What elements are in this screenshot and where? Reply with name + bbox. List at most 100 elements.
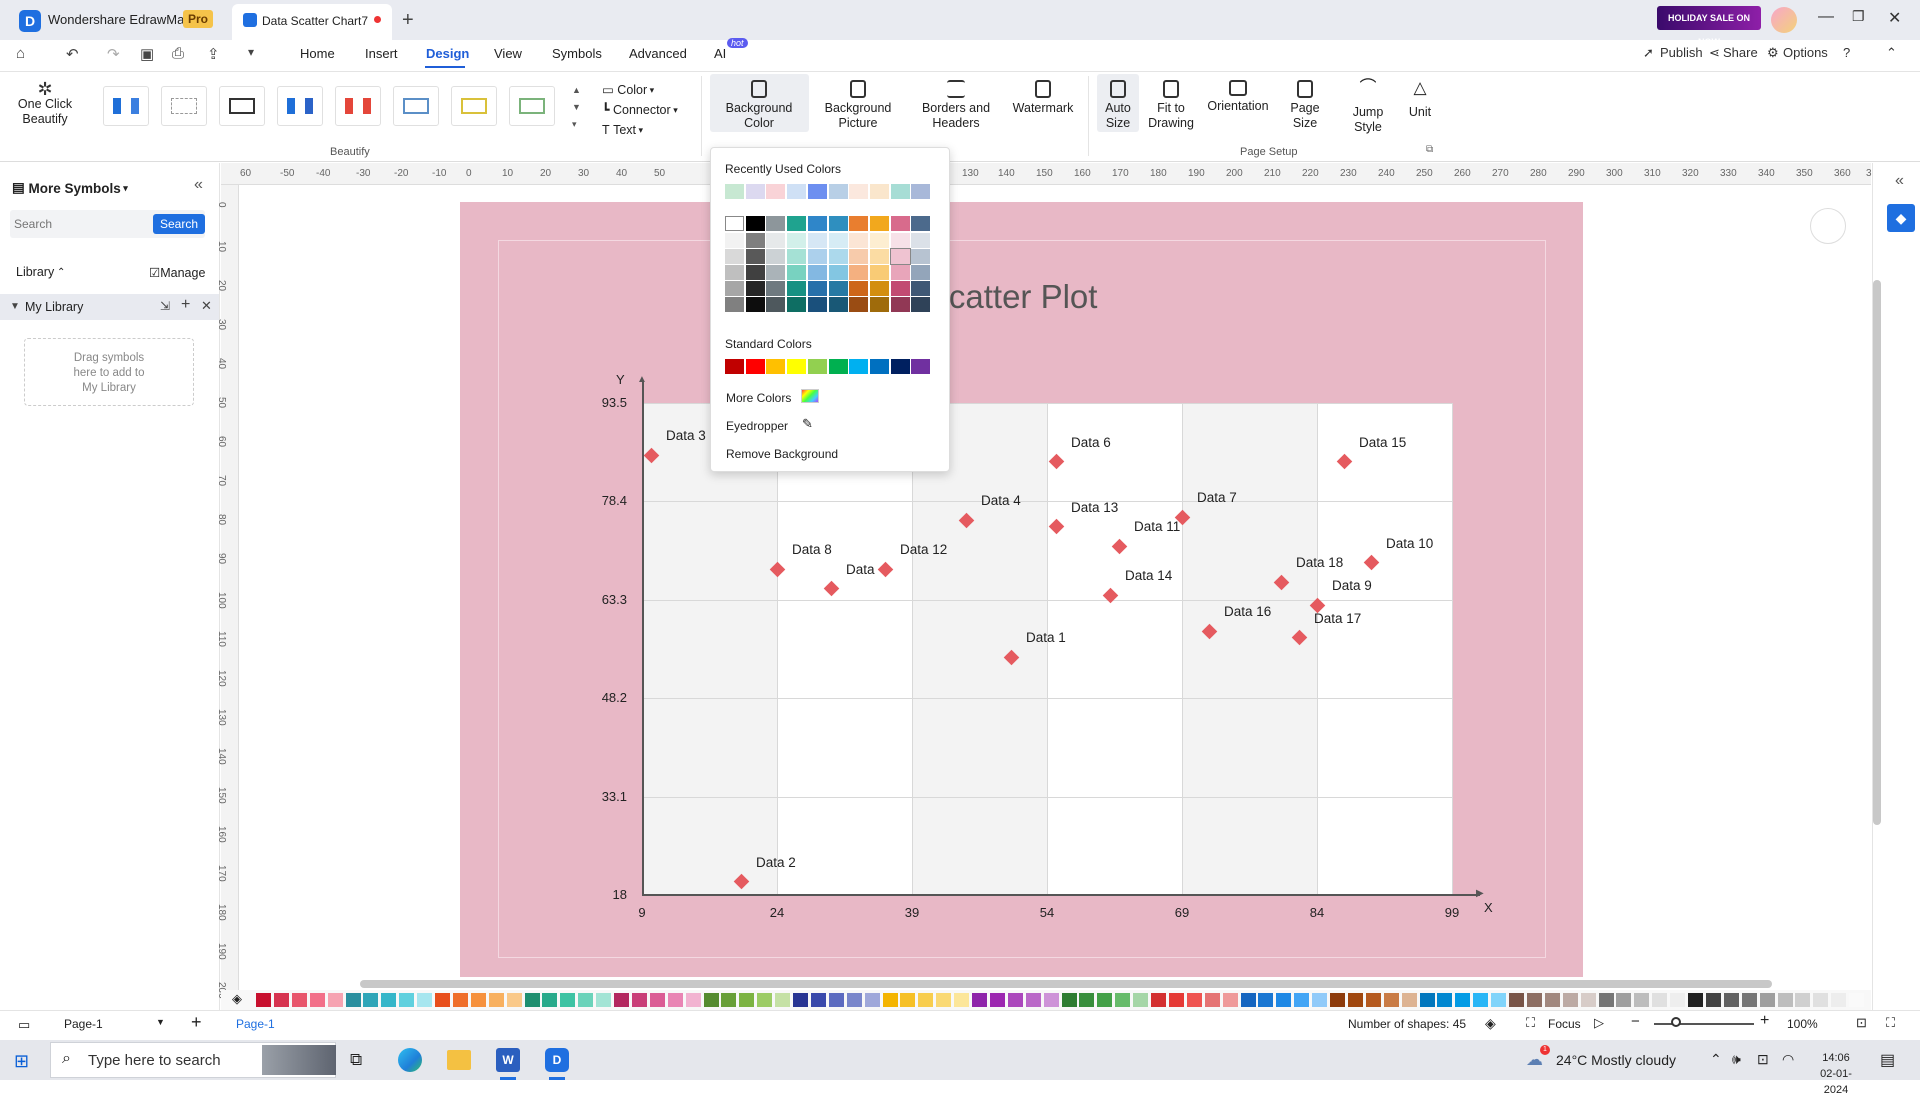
style-thumbnail[interactable] bbox=[335, 86, 381, 126]
theme-shade-swatch[interactable] bbox=[725, 233, 744, 248]
edrawmax-taskbar-icon[interactable]: D bbox=[545, 1048, 569, 1072]
palette-swatch[interactable] bbox=[399, 993, 415, 1007]
menu-advanced[interactable]: Advanced bbox=[629, 46, 687, 61]
theme-shade-swatch[interactable] bbox=[766, 249, 786, 264]
menu-view[interactable]: View bbox=[494, 46, 522, 61]
data-point-label[interactable]: Data 15 bbox=[1359, 435, 1406, 450]
standard-color-swatch[interactable] bbox=[890, 359, 910, 374]
palette-swatch[interactable] bbox=[1544, 993, 1560, 1007]
export-icon[interactable]: ⇪ bbox=[207, 45, 220, 63]
palette-swatch[interactable] bbox=[1007, 993, 1023, 1007]
floating-assistant-button[interactable] bbox=[1810, 208, 1846, 244]
palette-swatch[interactable] bbox=[1365, 993, 1381, 1007]
close-icon[interactable]: ✕ bbox=[1888, 8, 1901, 28]
palette-swatch[interactable] bbox=[1312, 993, 1328, 1007]
one-click-beautify-button[interactable]: ✲ One Click Beautify bbox=[14, 80, 76, 127]
palette-swatch[interactable] bbox=[1276, 993, 1292, 1007]
recent-color-swatch[interactable] bbox=[787, 184, 807, 199]
palette-swatch[interactable] bbox=[739, 993, 755, 1007]
play-icon[interactable]: ▷ bbox=[1594, 1015, 1604, 1031]
palette-swatch[interactable] bbox=[1616, 993, 1632, 1007]
theme-shade-swatch[interactable] bbox=[745, 297, 765, 312]
volume-icon[interactable]: 🕪 bbox=[1732, 1051, 1741, 1068]
palette-swatch[interactable] bbox=[1759, 993, 1775, 1007]
palette-swatch[interactable] bbox=[560, 993, 576, 1007]
watermark-button[interactable]: Watermark bbox=[1008, 80, 1078, 116]
promo-banner[interactable]: HOLIDAY SALE ON NOW bbox=[1657, 6, 1761, 47]
active-page-tab[interactable]: Page-1 bbox=[236, 1017, 275, 1031]
theme-shade-swatch[interactable] bbox=[807, 233, 827, 248]
palette-swatch[interactable] bbox=[417, 993, 433, 1007]
palette-swatch[interactable] bbox=[972, 993, 987, 1007]
menu-ai[interactable]: AI bbox=[714, 46, 726, 61]
theme-shade-swatch[interactable] bbox=[828, 233, 848, 248]
theme-shade-swatch[interactable] bbox=[787, 233, 807, 248]
windows-start-icon[interactable]: ⊞ bbox=[14, 1051, 29, 1072]
palette-swatch[interactable] bbox=[1705, 993, 1721, 1007]
restore-icon[interactable]: ❐ bbox=[1852, 8, 1865, 25]
palette-swatch[interactable] bbox=[381, 993, 397, 1007]
theme-shade-swatch[interactable] bbox=[745, 249, 765, 264]
theme-shade-swatch[interactable] bbox=[890, 233, 910, 248]
palette-swatch[interactable] bbox=[363, 993, 379, 1007]
zoom-slider-handle[interactable] bbox=[1671, 1017, 1681, 1027]
add-page-icon[interactable]: + bbox=[191, 1012, 202, 1033]
edge-icon[interactable] bbox=[398, 1048, 422, 1072]
palette-swatch[interactable] bbox=[1401, 993, 1417, 1007]
palette-swatch[interactable] bbox=[631, 993, 647, 1007]
library-toggle[interactable]: Library ⌃ bbox=[16, 265, 65, 279]
fill-bucket-icon[interactable]: ◈ bbox=[232, 991, 242, 1007]
theme-shade-swatch[interactable] bbox=[911, 233, 931, 248]
standard-color-swatch[interactable] bbox=[766, 359, 786, 374]
network-icon[interactable]: ◠ bbox=[1782, 1051, 1794, 1068]
palette-swatch[interactable] bbox=[1222, 993, 1238, 1007]
palette-swatch[interactable] bbox=[1813, 993, 1829, 1007]
palette-swatch[interactable] bbox=[685, 993, 701, 1007]
style-thumbnail[interactable] bbox=[509, 86, 555, 126]
palette-swatch[interactable] bbox=[524, 993, 540, 1007]
theme-shade-swatch[interactable] bbox=[890, 281, 910, 296]
palette-swatch[interactable] bbox=[1777, 993, 1793, 1007]
palette-swatch[interactable] bbox=[900, 993, 916, 1007]
minimize-icon[interactable]: — bbox=[1818, 8, 1834, 26]
borders-headers-button[interactable]: Borders and Headers bbox=[916, 80, 996, 131]
data-point-label[interactable]: Data 3 bbox=[666, 428, 706, 443]
undo-icon[interactable]: ↶ bbox=[66, 45, 79, 63]
standard-color-swatch[interactable] bbox=[828, 359, 848, 374]
palette-swatch[interactable] bbox=[470, 993, 486, 1007]
theme-shade-swatch[interactable] bbox=[807, 297, 827, 312]
data-point-label[interactable]: Data 4 bbox=[981, 493, 1021, 508]
weather-text[interactable]: 24°C Mostly cloudy bbox=[1556, 1052, 1676, 1068]
theme-shade-swatch[interactable] bbox=[766, 265, 786, 280]
expand-arrow-icon[interactable]: ▼ bbox=[10, 301, 20, 312]
data-point-label[interactable]: Data 16 bbox=[1224, 604, 1271, 619]
style-thumbnail[interactable] bbox=[277, 86, 323, 126]
palette-swatch[interactable] bbox=[1133, 993, 1149, 1007]
theme-shade-swatch[interactable] bbox=[787, 265, 807, 280]
data-point-label[interactable]: Data 11 bbox=[1134, 519, 1180, 534]
text-dropdown[interactable]: T Text ▾ bbox=[602, 120, 678, 140]
home-icon[interactable]: ⌂ bbox=[16, 45, 25, 62]
orientation-button[interactable]: Orientation bbox=[1203, 80, 1273, 114]
palette-swatch[interactable] bbox=[1240, 993, 1256, 1007]
theme-shade-swatch[interactable] bbox=[869, 265, 889, 280]
data-point-label[interactable]: Data 7 bbox=[1197, 490, 1237, 505]
theme-shade-swatch[interactable] bbox=[849, 265, 869, 280]
data-point-label[interactable]: Data 2 bbox=[756, 855, 796, 870]
theme-shade-swatch[interactable] bbox=[766, 297, 786, 312]
library-drop-zone[interactable]: Drag symbols here to add to My Library bbox=[24, 338, 194, 406]
avatar[interactable] bbox=[1771, 7, 1797, 33]
palette-swatch[interactable] bbox=[936, 993, 952, 1007]
recent-color-swatch[interactable] bbox=[725, 184, 744, 199]
task-view-icon[interactable]: ⧉ bbox=[350, 1050, 362, 1070]
palette-swatch[interactable] bbox=[810, 993, 826, 1007]
theme-shade-swatch[interactable] bbox=[766, 233, 786, 248]
theme-shade-swatch[interactable] bbox=[911, 297, 931, 312]
background-color-button[interactable]: Background Color bbox=[712, 80, 806, 131]
theme-shade-swatch[interactable] bbox=[725, 281, 744, 296]
data-point-label[interactable]: Data 17 bbox=[1314, 611, 1361, 626]
palette-swatch[interactable] bbox=[1204, 993, 1220, 1007]
palette-swatch[interactable] bbox=[1294, 993, 1310, 1007]
palette-swatch[interactable] bbox=[1043, 993, 1059, 1007]
theme-shade-swatch[interactable] bbox=[869, 249, 889, 264]
